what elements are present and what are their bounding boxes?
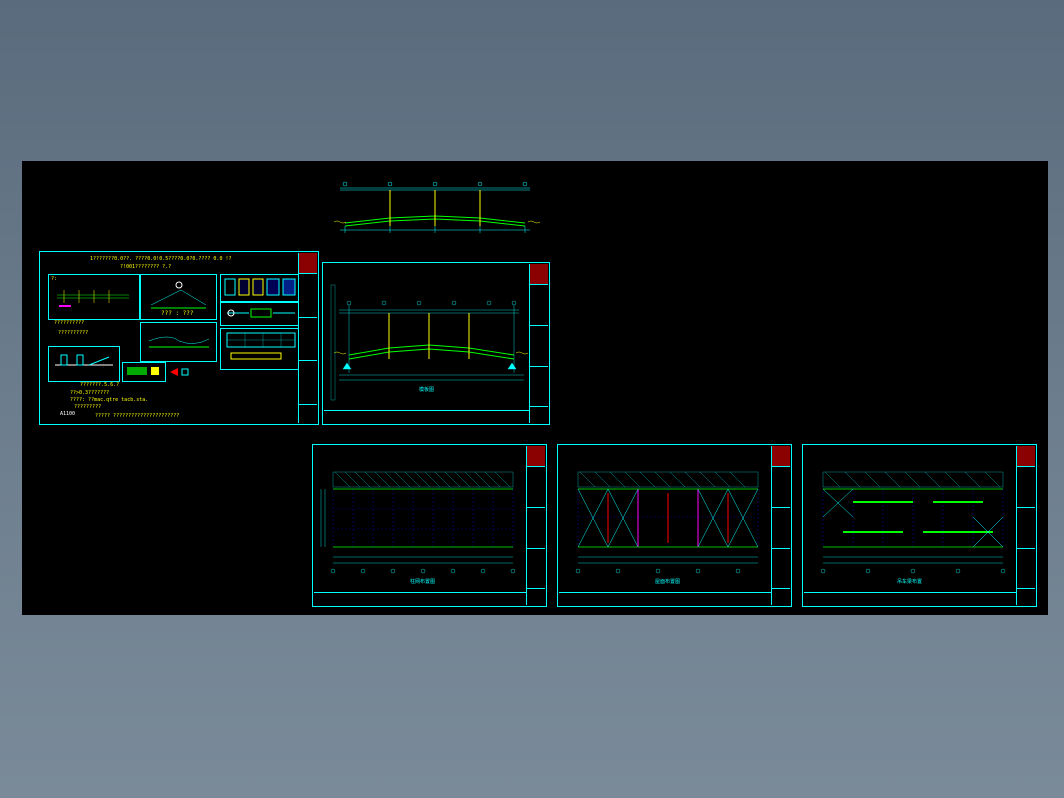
detail-6 xyxy=(49,347,119,381)
sheet-plan-a: 柱网布置图 xyxy=(312,444,547,607)
cad-canvas: 1???????0.0??. ????0.0!0.5????0.0?0.????… xyxy=(22,161,1048,615)
plan-c-svg: 吊车梁布置 xyxy=(805,447,1020,607)
note-b: ?????????? xyxy=(58,330,88,336)
note-a: ?????????? xyxy=(54,320,84,326)
notes-hdr2: ?!001???????? ?.? xyxy=(120,264,171,270)
plan-c-label: 吊车梁布置 xyxy=(897,578,922,585)
detail-7 xyxy=(123,363,165,381)
detail-8 xyxy=(168,366,194,378)
titleblock-3 xyxy=(526,446,545,605)
sheet-elevation: 模板图 xyxy=(322,262,550,425)
ref: A1100 xyxy=(60,411,75,417)
plan-a-svg: 柱网布置图 xyxy=(315,447,530,607)
notes-hdr1: 1???????0.0??. ????0.0!0.5????0.0?0.????… xyxy=(90,256,231,262)
bot: ????? ?????????????????????? xyxy=(95,413,179,419)
sheet-notes: 1???????0.0??. ????0.0!0.5????0.0?0.????… xyxy=(39,251,319,425)
plan-b-label: 屋面布置图 xyxy=(655,578,680,585)
detail-5 xyxy=(221,329,301,369)
sheet-plan-c: 吊车梁布置 xyxy=(802,444,1037,607)
det3: ??>0.3??????? xyxy=(70,390,109,396)
titleblock-1 xyxy=(298,253,317,423)
bb5 xyxy=(804,592,1016,605)
detail-3 xyxy=(141,323,216,361)
bb3 xyxy=(314,592,526,605)
detail-4 xyxy=(221,303,301,325)
det4: ????: ??mac.qtre tacb.sta. xyxy=(70,397,148,403)
det2: ???????.5.6.? xyxy=(80,382,119,388)
n-s1: ?: xyxy=(51,276,57,282)
elevation-top-bare xyxy=(330,178,540,238)
elev-label: 模板图 xyxy=(419,386,434,393)
titleblock-5 xyxy=(1016,446,1035,605)
plan-b-svg: 屋面布置图 xyxy=(560,447,775,607)
titleblock-4 xyxy=(771,446,790,605)
bb2 xyxy=(324,410,529,423)
sheet-plan-b: 屋面布置图 xyxy=(557,444,792,607)
detail-1 xyxy=(49,275,139,319)
det1-label: ??? : ??? xyxy=(161,310,194,317)
plan-a-label: 柱网布置图 xyxy=(410,578,435,585)
det5: ????????? xyxy=(74,404,101,410)
detail-2: ??? : ??? xyxy=(141,275,216,319)
table-1 xyxy=(221,275,301,301)
elevation-framed: 模板图 xyxy=(329,283,529,403)
titleblock-2 xyxy=(529,264,548,423)
bb4 xyxy=(559,592,771,605)
